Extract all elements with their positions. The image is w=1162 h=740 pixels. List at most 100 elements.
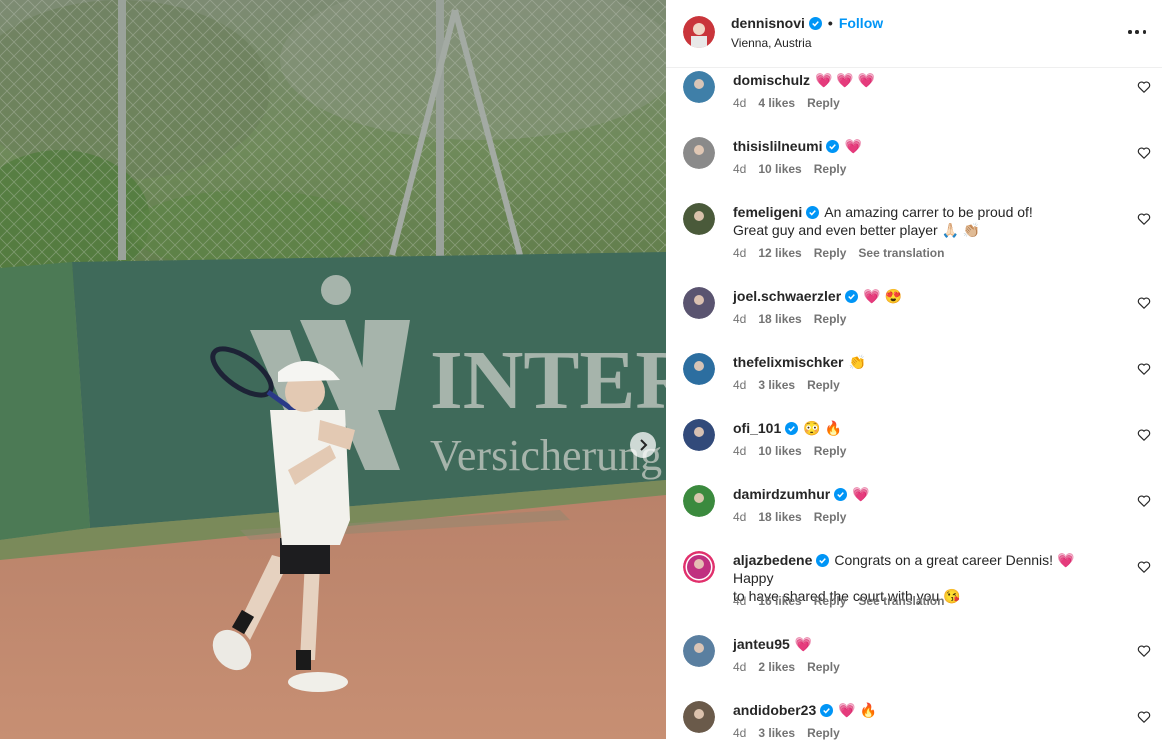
comment-likes-count[interactable]: 18 likes	[758, 312, 801, 326]
post-header: dennisnovi • Follow Vienna, Austria	[666, 0, 1162, 68]
like-comment-heart-icon[interactable]	[1137, 644, 1151, 658]
commenter-avatar[interactable]	[683, 419, 715, 451]
separator-dot: •	[827, 15, 833, 31]
comment-username[interactable]: femeligeni	[733, 204, 802, 220]
banner-brand-text: INTERU	[430, 334, 666, 427]
more-dot-icon	[1142, 30, 1146, 34]
commenter-avatar[interactable]	[683, 485, 715, 517]
comment-body: 💗	[852, 486, 870, 502]
reply-button[interactable]: Reply	[814, 444, 847, 458]
commenter-avatar[interactable]	[683, 137, 715, 169]
more-dot-icon	[1128, 30, 1132, 34]
comment-time: 4d	[733, 378, 747, 392]
comment-username[interactable]: thefelixmischker	[733, 354, 844, 370]
comment-text-block: andidober23 💗 🔥	[733, 701, 1103, 719]
verified-badge-icon	[820, 704, 834, 717]
commenter-avatar[interactable]	[683, 701, 715, 733]
comment-time: 4d	[733, 594, 747, 608]
reply-button[interactable]: Reply	[807, 378, 840, 392]
comment-username[interactable]: damirdzumhur	[733, 486, 830, 502]
reply-button[interactable]: Reply	[814, 312, 847, 326]
comment-meta: 4d 18 likes Reply	[733, 312, 846, 326]
like-comment-heart-icon[interactable]	[1137, 494, 1151, 508]
comment-text-block: domischulz 💗 💗 💗	[733, 71, 1103, 89]
post-photo: INTERU Versicherung	[0, 0, 666, 739]
comment-meta: 4d 18 likes Reply	[733, 510, 846, 524]
author-avatar[interactable]	[683, 16, 715, 48]
like-comment-heart-icon[interactable]	[1137, 212, 1151, 226]
comment-username[interactable]: joel.schwaerzler	[733, 288, 841, 304]
comment-likes-count[interactable]: 12 likes	[758, 246, 801, 260]
commenter-avatar[interactable]	[683, 203, 715, 235]
comment-text-block: joel.schwaerzler 💗 😍	[733, 287, 1103, 305]
comment-text-block: ofi_101 😳 🔥	[733, 419, 1103, 437]
verified-badge-icon	[834, 488, 848, 501]
comment-time: 4d	[733, 162, 747, 176]
comment-username[interactable]: aljazbedene	[733, 552, 812, 568]
comment-time: 4d	[733, 444, 747, 458]
comment-likes-count[interactable]: 3 likes	[758, 726, 795, 740]
like-comment-heart-icon[interactable]	[1137, 80, 1151, 94]
verified-badge-icon	[806, 206, 820, 219]
comment-body-line2: Great guy and even better player 🙏🏻 👏🏼	[733, 222, 981, 238]
reply-button[interactable]: Reply	[814, 162, 847, 176]
comment-likes-count[interactable]: 10 likes	[758, 162, 801, 176]
comment-text-block: janteu95 💗	[733, 635, 1103, 653]
commenter-avatar[interactable]	[683, 353, 715, 385]
reply-button[interactable]: Reply	[814, 510, 847, 524]
comment-meta: 4d 16 likes Reply See translation	[733, 594, 944, 608]
like-comment-heart-icon[interactable]	[1137, 710, 1151, 724]
commenter-avatar[interactable]	[683, 635, 715, 667]
like-comment-heart-icon[interactable]	[1137, 362, 1151, 376]
comment-body: 💗 😍	[863, 288, 902, 304]
author-username[interactable]: dennisnovi	[731, 15, 805, 31]
comment-likes-count[interactable]: 4 likes	[758, 96, 795, 110]
comment-time: 4d	[733, 312, 747, 326]
see-translation-button[interactable]: See translation	[858, 246, 944, 260]
see-translation-button[interactable]: See translation	[858, 594, 944, 608]
comment-username[interactable]: thisislilneumi	[733, 138, 822, 154]
comment-likes-count[interactable]: 3 likes	[758, 378, 795, 392]
comment-likes-count[interactable]: 18 likes	[758, 510, 801, 524]
reply-button[interactable]: Reply	[814, 594, 847, 608]
like-comment-heart-icon[interactable]	[1137, 296, 1151, 310]
reply-button[interactable]: Reply	[814, 246, 847, 260]
post-location[interactable]: Vienna, Austria	[731, 36, 812, 50]
commenter-avatar[interactable]	[683, 287, 715, 319]
comment-text-block: femeligeni An amazing carrer to be proud …	[733, 203, 1103, 239]
comment-likes-count[interactable]: 10 likes	[758, 444, 801, 458]
comment-likes-count[interactable]: 16 likes	[758, 594, 801, 608]
comment-text-block: thisislilneumi 💗	[733, 137, 1103, 155]
reply-button[interactable]: Reply	[807, 726, 840, 740]
comment-body: 💗 💗 💗	[815, 72, 876, 88]
comment-username[interactable]: domischulz	[733, 72, 810, 88]
comment-meta: 4d 10 likes Reply	[733, 444, 846, 458]
like-comment-heart-icon[interactable]	[1137, 560, 1151, 574]
commenter-avatar[interactable]	[683, 71, 715, 103]
like-comment-heart-icon[interactable]	[1137, 428, 1151, 442]
comment-username[interactable]: andidober23	[733, 702, 816, 718]
comment-body: 💗 🔥	[838, 702, 878, 718]
comment-body: 😳 🔥	[803, 420, 843, 436]
verified-badge-icon	[845, 290, 859, 303]
reply-button[interactable]: Reply	[807, 660, 840, 674]
comment-username[interactable]: janteu95	[733, 636, 790, 652]
post-sidebar: dennisnovi • Follow Vienna, Austria domi…	[666, 0, 1162, 740]
commenter-avatar[interactable]	[683, 551, 715, 583]
verified-badge-icon	[785, 422, 799, 435]
next-image-button[interactable]	[630, 432, 656, 458]
comment-meta: 4d 2 likes Reply	[733, 660, 840, 674]
more-options-button[interactable]	[1128, 24, 1146, 40]
like-comment-heart-icon[interactable]	[1137, 146, 1151, 160]
comment-time: 4d	[733, 726, 747, 740]
comment-body: 💗	[794, 636, 813, 652]
banner-sub-text: Versicherung	[430, 431, 662, 480]
comment-text-block: damirdzumhur 💗	[733, 485, 1103, 503]
follow-button[interactable]: Follow	[839, 15, 883, 31]
comment-username[interactable]: ofi_101	[733, 420, 781, 436]
reply-button[interactable]: Reply	[807, 96, 840, 110]
more-dot-icon	[1135, 30, 1139, 34]
comment-likes-count[interactable]: 2 likes	[758, 660, 795, 674]
comment-time: 4d	[733, 510, 747, 524]
comment-text-block: thefelixmischker 👏	[733, 353, 1103, 371]
